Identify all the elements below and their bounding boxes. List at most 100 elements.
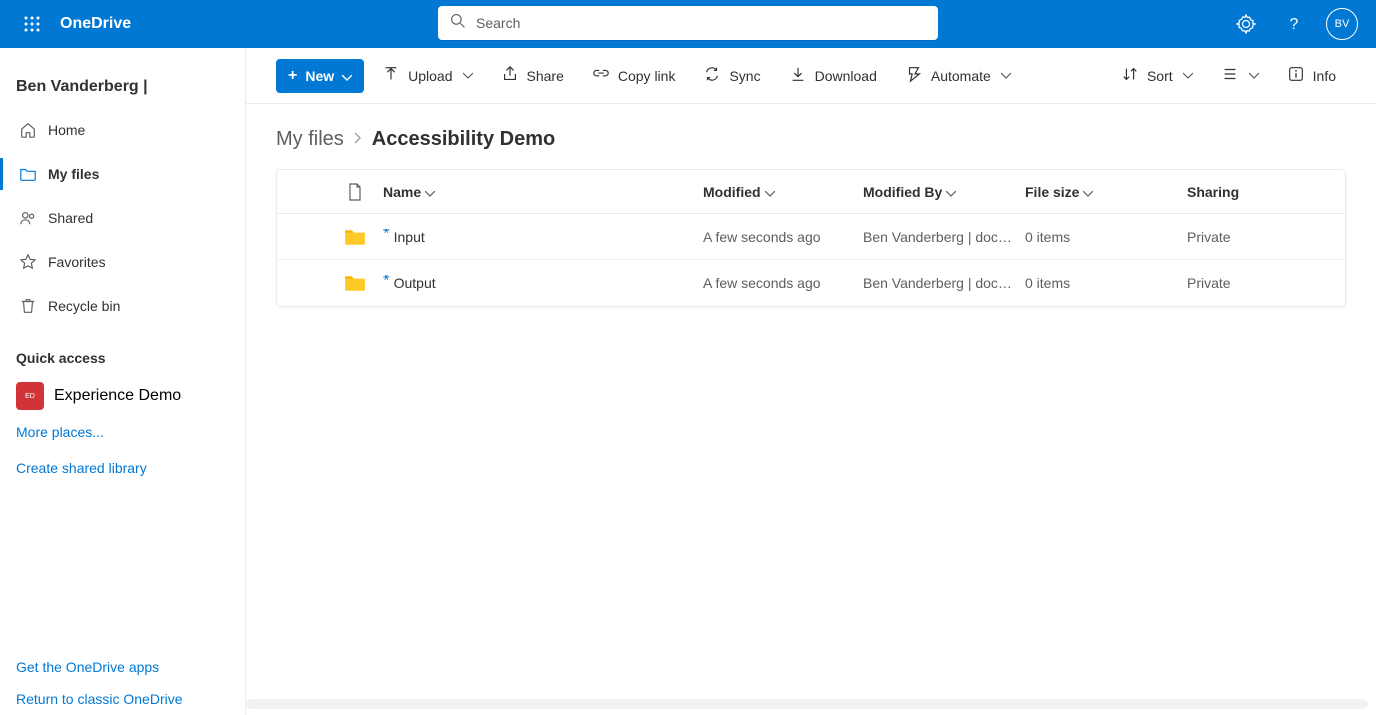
column-header-file-size[interactable]: File size — [1025, 184, 1187, 200]
user-name: Ben Vanderberg | — [0, 66, 245, 108]
search-box[interactable] — [438, 6, 938, 40]
info-button[interactable]: Info — [1277, 59, 1346, 93]
more-places-link[interactable]: More places... — [0, 414, 245, 450]
modified-by-cell: Ben Vanderberg | docume — [863, 229, 1025, 245]
app-name[interactable]: OneDrive — [60, 15, 131, 33]
new-button[interactable]: + New — [276, 59, 364, 93]
sidebar-item-favorites[interactable]: Favorites — [0, 240, 245, 284]
download-button[interactable]: Download — [779, 59, 887, 93]
app-launcher-icon[interactable] — [8, 0, 56, 48]
upload-label: Upload — [408, 68, 452, 84]
sidebar-item-shared[interactable]: Shared — [0, 196, 245, 240]
quick-access-item[interactable]: ED Experience Demo — [0, 378, 245, 414]
sidebar-item-my-files[interactable]: My files — [0, 152, 245, 196]
modified-by-cell: Ben Vanderberg | docume — [863, 275, 1025, 291]
svg-text:?: ? — [1290, 16, 1299, 33]
table-row[interactable]: ⚹ Output A few seconds ago Ben Vanderberg… — [277, 260, 1345, 306]
upload-icon — [382, 65, 400, 86]
column-header-modified[interactable]: Modified — [703, 184, 863, 200]
main-content: + New Upload Share Copy link Sync — [246, 48, 1376, 715]
sort-button[interactable]: Sort — [1111, 59, 1203, 93]
sidebar-item-home[interactable]: Home — [0, 108, 245, 152]
chevron-down-icon — [1083, 184, 1093, 200]
horizontal-scrollbar[interactable] — [246, 699, 1368, 709]
command-bar: + New Upload Share Copy link Sync — [246, 48, 1376, 104]
table-header-row: Name Modified Modified By File size — [277, 170, 1345, 214]
sidebar-item-recycle-bin[interactable]: Recycle bin — [0, 284, 245, 328]
breadcrumb-current: Accessibility Demo — [372, 128, 555, 151]
search-input[interactable] — [476, 15, 926, 31]
share-button[interactable]: Share — [491, 59, 574, 93]
settings-icon[interactable] — [1224, 0, 1268, 48]
sync-label: Sync — [729, 68, 760, 84]
share-label: Share — [527, 68, 564, 84]
sidebar-item-label: Shared — [48, 210, 93, 226]
new-button-label: New — [305, 68, 334, 84]
list-view-icon — [1221, 65, 1239, 86]
new-indicator-icon: ⚹ — [383, 275, 390, 284]
chevron-down-icon — [425, 184, 435, 200]
home-icon — [18, 120, 38, 140]
chevron-right-icon — [354, 131, 362, 149]
file-name: Output — [394, 275, 436, 291]
new-indicator-icon: ⚹ — [383, 229, 390, 238]
trash-icon — [18, 296, 38, 316]
sidebar-item-label: Favorites — [48, 254, 106, 270]
people-icon — [18, 208, 38, 228]
column-header-name[interactable]: Name — [383, 184, 703, 200]
info-label: Info — [1313, 68, 1336, 84]
download-icon — [789, 65, 807, 86]
sharing-cell: Private — [1187, 275, 1345, 291]
column-header-sharing[interactable]: Sharing — [1187, 184, 1345, 200]
search-icon — [450, 13, 466, 34]
breadcrumb-root[interactable]: My files — [276, 128, 344, 151]
chevron-down-icon — [1181, 68, 1193, 84]
quick-access-label: Experience Demo — [54, 387, 181, 405]
folder-icon — [327, 274, 383, 292]
file-name: Input — [394, 229, 425, 245]
automate-icon — [905, 65, 923, 86]
folder-icon — [327, 228, 383, 246]
plus-icon: + — [288, 67, 297, 85]
chevron-down-icon — [1247, 68, 1259, 84]
sidebar-item-label: Recycle bin — [48, 298, 120, 314]
classic-onedrive-link[interactable]: Return to classic OneDrive — [0, 683, 245, 715]
chevron-down-icon — [999, 68, 1011, 84]
column-header-modified-by[interactable]: Modified By — [863, 184, 1025, 200]
column-type-icon[interactable] — [327, 183, 383, 201]
automate-button[interactable]: Automate — [895, 59, 1021, 93]
get-apps-link[interactable]: Get the OneDrive apps — [0, 651, 245, 683]
site-badge: ED — [16, 382, 44, 410]
size-cell: 0 items — [1025, 229, 1187, 245]
view-button[interactable] — [1211, 59, 1269, 93]
sort-icon — [1121, 65, 1139, 86]
upload-button[interactable]: Upload — [372, 59, 482, 93]
create-shared-library-link[interactable]: Create shared library — [0, 450, 245, 486]
modified-cell: A few seconds ago — [703, 275, 863, 291]
sidebar: Ben Vanderberg | Home My files Shared Fa… — [0, 48, 246, 715]
quick-access-heading: Quick access — [0, 328, 245, 378]
sidebar-item-label: My files — [48, 166, 99, 182]
info-icon — [1287, 65, 1305, 86]
chevron-down-icon — [342, 68, 352, 84]
copy-link-button[interactable]: Copy link — [582, 59, 686, 93]
modified-cell: A few seconds ago — [703, 229, 863, 245]
table-row[interactable]: ⚹ Input A few seconds ago Ben Vanderberg … — [277, 214, 1345, 260]
help-icon[interactable]: ? — [1272, 0, 1316, 48]
chevron-down-icon — [461, 68, 473, 84]
file-table: Name Modified Modified By File size — [276, 169, 1346, 307]
app-header: OneDrive ? BV — [0, 0, 1376, 48]
chevron-down-icon — [765, 184, 775, 200]
sync-icon — [703, 65, 721, 86]
sidebar-item-label: Home — [48, 122, 85, 138]
share-icon — [501, 65, 519, 86]
sync-button[interactable]: Sync — [693, 59, 770, 93]
folder-icon — [18, 164, 38, 184]
sharing-cell: Private — [1187, 229, 1345, 245]
sort-label: Sort — [1147, 68, 1173, 84]
size-cell: 0 items — [1025, 275, 1187, 291]
avatar[interactable]: BV — [1326, 8, 1358, 40]
chevron-down-icon — [946, 184, 956, 200]
download-label: Download — [815, 68, 877, 84]
star-icon — [18, 252, 38, 272]
